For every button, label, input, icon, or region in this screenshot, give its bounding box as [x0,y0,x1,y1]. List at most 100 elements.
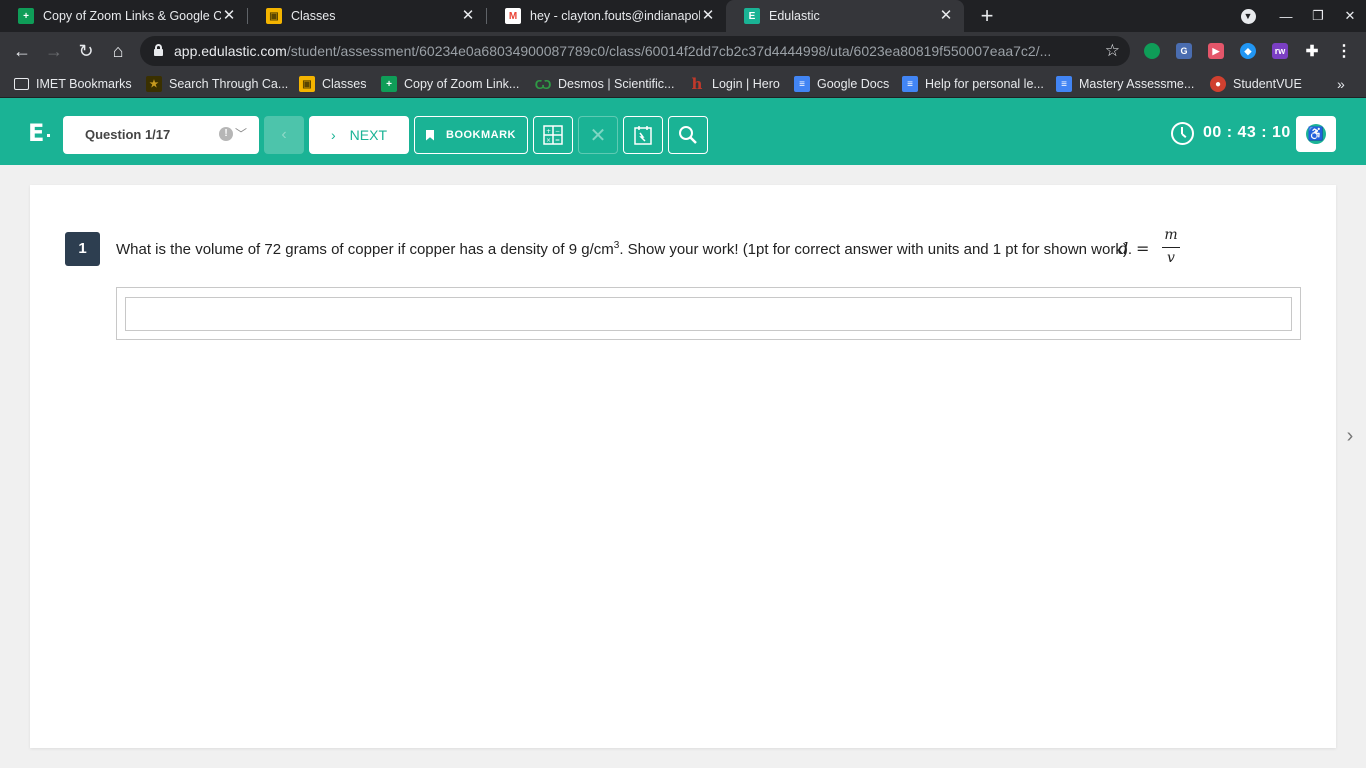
app-header: E Question 1/17 ! ﹀ ‹ › NEXT BOOKMARK + … [0,98,1366,165]
sheets-icon: + [381,76,397,92]
extension-green-icon[interactable] [1144,43,1160,59]
calculator-icon: + − × = [543,125,563,145]
tab-gmail[interactable]: M hey - clayton.fouts@indianapolis ✕ [487,0,726,32]
tab-label: Copy of Zoom Links & Google Cl [43,9,221,23]
star-icon: ★ [146,76,162,92]
bookmark-imet[interactable]: IMET Bookmarks [14,75,132,93]
svg-text:×: × [546,137,551,144]
bookmark-label: Help for personal le... [925,77,1044,91]
bookmark-label: BOOKMARK [446,129,516,141]
extension-blue-icon[interactable]: ◆ [1240,43,1256,59]
close-icon[interactable]: ✕ [938,8,954,24]
bookmark-flag-icon [426,129,434,141]
previous-button[interactable]: ‹ [264,116,304,154]
address-bar[interactable]: app.edulastic.com/student/assessment/602… [140,36,1130,66]
accessibility-icon: ♿ [1306,124,1326,144]
studentvue-icon: ● [1210,76,1226,92]
bookmark-mastery[interactable]: ≡ Mastery Assessme... [1056,75,1194,93]
bookmark-label: Copy of Zoom Link... [404,77,520,91]
desmos-icon: Ѡ [534,76,552,92]
accessibility-button[interactable]: ♿ [1296,116,1336,152]
close-icon[interactable]: ✕ [221,8,237,24]
translate-extension-icon[interactable]: G [1176,43,1192,59]
folder-icon [14,78,29,90]
bookmark-label: Google Docs [817,77,890,91]
bookmarks-bar: IMET Bookmarks ★ Search Through Ca... ▣ … [0,70,1366,98]
tab-edulastic[interactable]: E Edulastic ✕ [726,0,964,32]
bookmark-label: Desmos | Scientific... [558,77,675,91]
bookmark-classes[interactable]: ▣ Classes [299,75,366,93]
bookmark-zoom-links[interactable]: + Copy of Zoom Link... [381,75,519,93]
answer-container [116,287,1301,340]
chevron-down-icon: ﹀ [235,127,248,141]
screencast-extension-icon[interactable]: ▶ [1208,43,1224,59]
bookmark-label: Mastery Assessme... [1079,77,1195,91]
extensions-puzzle-icon[interactable]: ✚ [1304,43,1320,60]
warning-icon: ! [219,127,233,141]
eliminate-answer-button[interactable]: ✕ [578,116,618,154]
minimize-icon[interactable]: — [1270,0,1302,32]
bookmark-desmos[interactable]: Ѡ Desmos | Scientific... [534,75,675,93]
bookmark-label: Login | Hero [712,77,780,91]
browser-tab-strip: + Copy of Zoom Links & Google Cl ✕ ▣ Cla… [0,0,1366,32]
sheets-icon: + [18,8,34,24]
assessment-content: 1 What is the volume of 72 grams of copp… [0,165,1366,768]
bookmark-star-icon[interactable]: ☆ [1105,41,1120,61]
more-bookmarks-icon[interactable]: » [1337,75,1345,93]
tab-classes[interactable]: ▣ Classes ✕ [248,0,486,32]
scratchpad-button[interactable] [623,116,663,154]
gmail-icon: M [505,8,521,24]
bookmark-button[interactable]: BOOKMARK [414,116,528,154]
bookmark-hero[interactable]: h Login | Hero [689,75,780,93]
tab-label: hey - clayton.fouts@indianapolis [530,9,700,23]
question-card: 1 What is the volume of 72 grams of copp… [30,185,1336,748]
chevron-left-icon: ‹ [281,126,287,143]
close-icon[interactable]: ✕ [700,8,716,24]
back-icon[interactable]: ← [10,39,34,63]
url-text[interactable]: app.edulastic.com/student/assessment/602… [174,43,1094,59]
question-text: What is the volume of 72 grams of copper… [116,240,1133,258]
svg-text:−: − [555,128,560,135]
bookmark-studentvue[interactable]: ● StudentVUE [1210,75,1302,93]
question-selector[interactable]: Question 1/17 ! ﹀ [63,116,259,154]
clock-icon [1171,121,1194,145]
tab-zoom-links[interactable]: + Copy of Zoom Links & Google Cl ✕ [0,0,247,32]
bookmark-google-docs[interactable]: ≡ Google Docs [794,75,889,93]
search-icon [679,126,697,144]
chevron-right-icon[interactable]: › [1341,425,1359,447]
lock-icon [154,44,163,56]
docs-icon: ≡ [794,76,810,92]
restore-icon[interactable]: ❐ [1302,0,1334,32]
bookmark-help-personal[interactable]: ≡ Help for personal le... [902,75,1044,93]
edulastic-icon: E [744,8,760,24]
bookmark-label: Classes [322,77,367,91]
answer-input[interactable] [125,297,1292,331]
magnifier-button[interactable] [668,116,708,154]
classroom-icon: ▣ [299,76,315,92]
bookmark-label: IMET Bookmarks [36,77,132,91]
browser-toolbar: ← → ↻ ⌂ app.edulastic.com/student/assess… [0,32,1366,70]
edulastic-logo: E [28,119,45,147]
home-icon[interactable]: ⌂ [106,39,130,63]
calculator-button[interactable]: + − × = [533,116,573,154]
assessment-timer: 00 : 43 : 10 [1171,121,1291,145]
forward-icon[interactable]: → [42,39,66,63]
tab-search-icon[interactable]: ▼ [1232,0,1264,32]
bookmark-search-through[interactable]: ★ Search Through Ca... [146,75,288,93]
next-label: NEXT [349,127,387,143]
hero-icon: h [691,75,703,93]
next-button[interactable]: › NEXT [309,116,409,154]
tab-label: Edulastic [769,9,820,23]
close-icon[interactable]: ✕ [460,8,476,24]
chevron-right-icon: › [330,127,336,143]
menu-kebab-icon[interactable]: ⋮ [1336,43,1352,60]
classroom-icon: ▣ [266,8,282,24]
svg-text:=: = [555,137,560,144]
logo-dot [47,134,50,137]
texthelp-extension-icon[interactable]: rw [1272,43,1288,59]
reload-icon[interactable]: ↻ [74,39,98,63]
new-tab-icon[interactable]: + [976,4,998,28]
close-window-icon[interactable]: ✕ [1334,0,1366,32]
bookmark-label: Search Through Ca... [169,77,289,91]
scratchpad-icon [634,126,652,145]
